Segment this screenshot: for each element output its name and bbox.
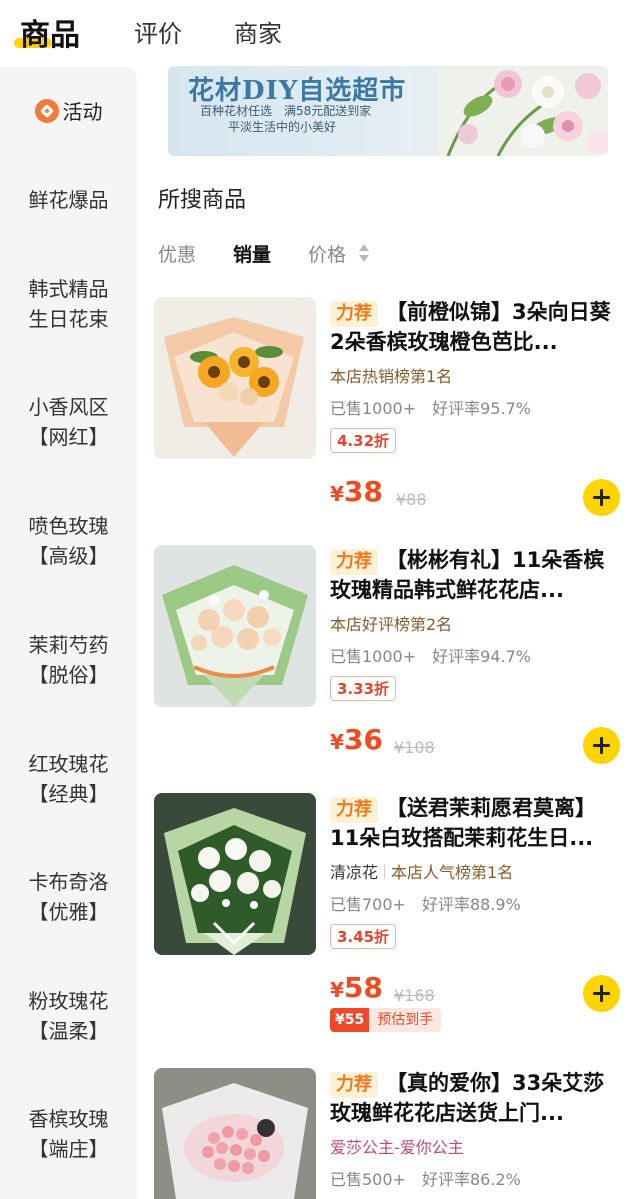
recommend-tag: 力荐 [330,1072,378,1098]
sort-price[interactable]: 价格 [308,240,346,267]
promo-banner[interactable]: 花材DIY自选超市 百种花材任选 满58元配送到家 平淡生活中的小美好 [168,66,608,156]
recommend-tag: 力荐 [330,301,378,327]
add-to-cart-button[interactable] [583,479,620,516]
original-price: ¥168 [394,986,435,1005]
add-to-cart-button[interactable] [583,975,620,1012]
sidebar-item-champagne-roses[interactable]: 香槟玫瑰 【端庄】 [0,1104,137,1164]
top-tab-bar: 商品 评价 商家 [0,0,640,66]
sidebar-item-korean-bouquet[interactable]: 韩式精品 生日花束 [0,274,137,334]
product-stats: 已售1000+ 好评率94.7% [330,647,531,666]
product-card[interactable]: 力荐 【送君茉莉愿君莫离】11朵白玫搭配茉莉花生日... 清凉花 本店人气榜第1名 … [154,793,634,1043]
product-rank: 本店热销榜第1名 [330,367,453,386]
product-price: ¥58 [330,971,383,1004]
original-price: ¥108 [394,738,435,757]
sidebar-item-jasmine-peony[interactable]: 茉莉芍药 【脱俗】 [0,630,137,690]
sidebar-item-label: 活动 [62,100,103,124]
add-to-cart-button[interactable] [583,727,620,764]
product-image[interactable] [154,1068,316,1199]
sidebar-item-pink-roses[interactable]: 粉玫瑰花 【温柔】 [0,986,137,1046]
sort-sales[interactable]: 销量 [233,240,271,267]
sort-arrows-icon[interactable] [359,244,369,264]
recommend-tag: 力荐 [330,797,378,823]
tab-reviews[interactable]: 评价 [134,14,182,49]
product-card[interactable]: 力荐 【彬彬有礼】11朵香槟玫瑰精品韩式鲜花花店... 本店好评榜第2名 已售10… [154,545,634,785]
product-rank: 爱莎公主-爱你公主 [330,1138,464,1157]
sidebar-item-dyed-roses[interactable]: 喷色玫瑰 【高级】 [0,511,137,571]
shop-name: 清凉花 [330,863,379,882]
product-name[interactable]: 力荐 【送君茉莉愿君莫离】11朵白玫搭配茉莉花生日... [330,793,620,853]
product-image[interactable] [154,793,316,955]
recommend-tag: 力荐 [330,549,378,575]
discount-badge: 3.45折 [330,924,397,949]
sidebar-item-hot-flowers[interactable]: 鲜花爆品 [0,185,137,215]
sidebar-item-red-roses[interactable]: 红玫瑰花 【经典】 [0,749,137,809]
activity-tag-icon [34,99,59,123]
product-name[interactable]: 力荐 【前橙似锦】3朵向日葵2朵香槟玫瑰橙色芭比... [330,297,620,357]
section-title: 所搜商品 [158,188,247,213]
tab-products[interactable]: 商品 [20,10,80,54]
banner-tagline: 平淡生活中的小美好 [228,120,337,134]
sidebar-item-cappuccino[interactable]: 卡布奇洛 【优雅】 [0,867,137,927]
banner-subtitle: 百种花材任选 满58元配送到家 [200,104,372,118]
product-card[interactable]: 力荐 【真的爱你】33朵艾莎玫瑰鲜花花店送货上门... 爱莎公主-爱你公主 已售5… [154,1068,634,1199]
original-price: ¥88 [396,490,427,509]
product-stats: 已售500+ 好评率86.2% [330,1170,521,1189]
divider [384,865,386,879]
product-price: ¥36 [330,723,383,756]
product-stats: 已售1000+ 好评率95.7% [330,399,531,418]
discount-badge: 3.33折 [330,676,397,701]
tab-merchant[interactable]: 商家 [234,14,282,49]
estimated-price-badge: ¥55 预估到手 [330,1008,442,1032]
product-name[interactable]: 力荐 【彬彬有礼】11朵香槟玫瑰精品韩式鲜花花店... [330,545,620,605]
product-name[interactable]: 力荐 【真的爱你】33朵艾莎玫瑰鲜花花店送货上门... [330,1068,620,1128]
product-rank: 本店好评榜第2名 [330,615,453,634]
product-price: ¥38 [330,475,383,508]
product-stats: 已售700+ 好评率88.9% [330,895,521,914]
sort-discount[interactable]: 优惠 [158,240,196,267]
product-card[interactable]: 力荐 【前橙似锦】3朵向日葵2朵香槟玫瑰橙色芭比... 本店热销榜第1名 已售10… [154,297,634,537]
product-image[interactable] [154,297,316,459]
sidebar-item-chanel-style[interactable]: 小香风区 【网红】 [0,392,137,452]
flower-bouquet-illustration [438,66,608,156]
product-rank: 清凉花 本店人气榜第1名 [330,863,514,882]
category-sidebar: 活动 鲜花爆品 韩式精品 生日花束 小香风区 【网红】 喷色玫瑰 【高级】 茉莉芍药【… [0,66,137,1199]
discount-badge: 4.32折 [330,428,397,453]
product-image[interactable] [154,545,316,707]
sidebar-item-activity[interactable]: 活动 [0,97,137,127]
